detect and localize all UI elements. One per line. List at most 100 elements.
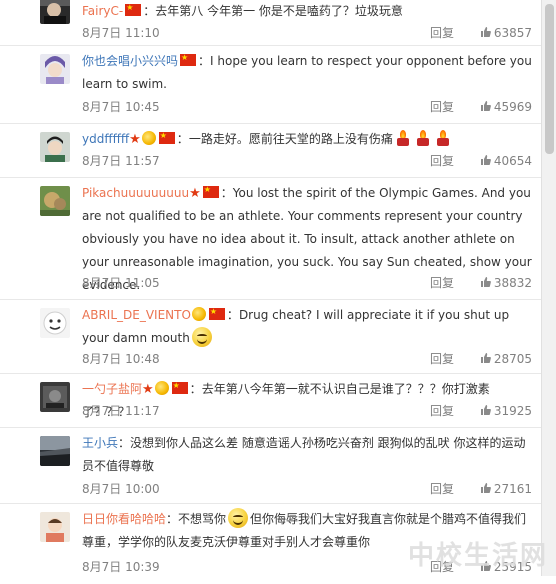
reply-button[interactable]: 回复	[430, 100, 454, 114]
watermark: 中校生活网	[407, 541, 548, 571]
avatar[interactable]	[40, 436, 70, 466]
avatar[interactable]	[40, 512, 70, 542]
medal-icon	[154, 381, 169, 395]
like-count: 31925	[493, 404, 532, 418]
avatar[interactable]	[40, 382, 70, 412]
comment-item: ABRIL_DE_VIENTO：Drug cheat? I will appre…	[0, 300, 542, 374]
like-button[interactable]: 31925	[480, 404, 532, 418]
comment-actions: 回复 40654	[430, 152, 532, 169]
comment-item: FairyC- ：去年第八 今年第一 你是不是嗑药了？垃圾玩意 8月7日 11:1…	[0, 0, 542, 46]
avatar-image	[40, 186, 70, 216]
like-button[interactable]: 27161	[480, 482, 532, 496]
avatar[interactable]	[40, 186, 70, 216]
comment-actions: 回复 63857	[430, 24, 532, 41]
thumbs-up-icon	[480, 483, 491, 493]
separator: ：	[220, 186, 233, 200]
comment-time: 8月7日 11:05	[82, 276, 160, 290]
medal-icon	[141, 131, 156, 145]
comment-time: 8月7日 10:48	[82, 352, 160, 366]
comment-item: 你也会唱小兴兴吗：I hope you learn to respect you…	[0, 46, 542, 124]
separator: ：	[189, 382, 202, 396]
comment-text: 一路走好。愿前往天堂的路上没有伤痛	[188, 132, 393, 146]
comment-username[interactable]: 王小兵	[82, 436, 118, 450]
avatar-image	[40, 308, 70, 338]
china-flag-icon	[125, 1, 142, 16]
like-button[interactable]: 45969	[480, 100, 532, 114]
like-button[interactable]: 40654	[480, 154, 532, 168]
avatar-image	[40, 512, 70, 542]
like-count: 28705	[493, 352, 532, 366]
avatar[interactable]	[40, 54, 70, 84]
comment-username[interactable]: Pikachuuuuuuuuu	[82, 186, 189, 200]
like-count: 27161	[493, 482, 532, 496]
scrollbar[interactable]	[541, 0, 556, 576]
avatar-image	[40, 54, 70, 84]
comment-time: 8月7日 10:39	[82, 560, 160, 574]
reply-button[interactable]: 回复	[430, 154, 454, 168]
candle-icon	[436, 130, 450, 146]
scrollbar-thumb[interactable]	[545, 4, 554, 154]
thumbs-up-icon	[480, 27, 491, 37]
avatar-image	[40, 436, 70, 466]
separator: ：	[118, 436, 131, 450]
vip-star-icon: ★	[189, 186, 201, 201]
reply-button[interactable]: 回复	[430, 482, 454, 496]
comment-item: 一勺子盐阿★：去年第八今年第一就不认识自己是谁了？？？你打激素了？？？ 8月7日…	[0, 374, 542, 428]
comment-item: Pikachuuuuuuuuu★：You lost the spirit of …	[0, 178, 542, 300]
thumbs-up-icon	[480, 277, 491, 287]
reply-button[interactable]: 回复	[430, 404, 454, 418]
comment-actions: 回复 45969	[430, 98, 532, 115]
avatar-image	[40, 382, 70, 412]
comment-text-part1: 不想骂你	[178, 512, 227, 526]
china-flag-icon	[202, 183, 219, 198]
reply-button[interactable]: 回复	[430, 276, 454, 290]
comment-username[interactable]: FairyC-	[82, 4, 123, 18]
vip-star-icon: ★	[142, 382, 154, 397]
avatar[interactable]	[40, 132, 70, 162]
comment-username[interactable]: 一勺子盐阿	[82, 382, 142, 396]
comment-username[interactable]: 你也会唱小兴兴吗	[82, 54, 178, 68]
separator: ：	[143, 4, 156, 18]
vip-star-icon: ★	[129, 132, 141, 147]
separator: ：	[226, 308, 239, 322]
like-button[interactable]: 28705	[480, 352, 532, 366]
china-flag-icon	[158, 129, 175, 144]
thumbs-up-icon	[480, 155, 491, 165]
comment-actions: 回复 31925	[430, 402, 532, 419]
like-count: 63857	[493, 26, 532, 40]
medal-icon	[191, 307, 206, 321]
smile-emoji-icon	[228, 508, 249, 528]
comment-time: 8月7日 11:57	[82, 154, 160, 168]
separator: ：	[166, 512, 179, 526]
china-flag-icon	[180, 51, 197, 66]
comment-list: FairyC-：去年第八 今年第一 你是不是嗑药了？垃圾玩意 8月7日 11:1…	[0, 0, 556, 576]
candle-icon	[396, 130, 410, 146]
comment-actions: 回复 28705	[430, 350, 532, 367]
comment-username[interactable]: ABRIL_DE_VIENTO	[82, 308, 191, 322]
comment-text: 没想到你人品这么差 随意造谣人孙杨吃兴奋剂 跟狗似的乱吠 你这样的运动员不值得尊…	[82, 436, 526, 473]
comment-item: 王小兵：没想到你人品这么差 随意造谣人孙杨吃兴奋剂 跟狗似的乱吠 你这样的运动员…	[0, 428, 542, 504]
separator: ：	[198, 54, 211, 68]
comment-username[interactable]: 日日你看哈哈哈	[82, 512, 166, 526]
china-flag-icon	[171, 379, 188, 394]
avatar[interactable]	[40, 308, 70, 338]
avatar-image	[40, 132, 70, 162]
comment-time: 8月7日 11:10	[82, 26, 160, 40]
like-count: 40654	[493, 154, 532, 168]
separator: ：	[176, 132, 189, 146]
reply-button[interactable]: 回复	[430, 352, 454, 366]
avatar[interactable]	[40, 0, 70, 24]
like-count: 38832	[493, 276, 532, 290]
thumbs-up-icon	[480, 101, 491, 111]
avatar-image	[40, 0, 70, 24]
like-button[interactable]: 63857	[480, 26, 532, 40]
comment-time: 8月7日 10:45	[82, 100, 160, 114]
smile-emoji-icon	[191, 327, 212, 347]
candle-icon	[416, 130, 430, 146]
thumbs-up-icon	[480, 353, 491, 363]
like-count: 45969	[493, 100, 532, 114]
comment-username[interactable]: yddffffff	[82, 132, 129, 146]
like-button[interactable]: 38832	[480, 276, 532, 290]
comment-actions: 回复 38832	[430, 274, 532, 291]
reply-button[interactable]: 回复	[430, 26, 454, 40]
